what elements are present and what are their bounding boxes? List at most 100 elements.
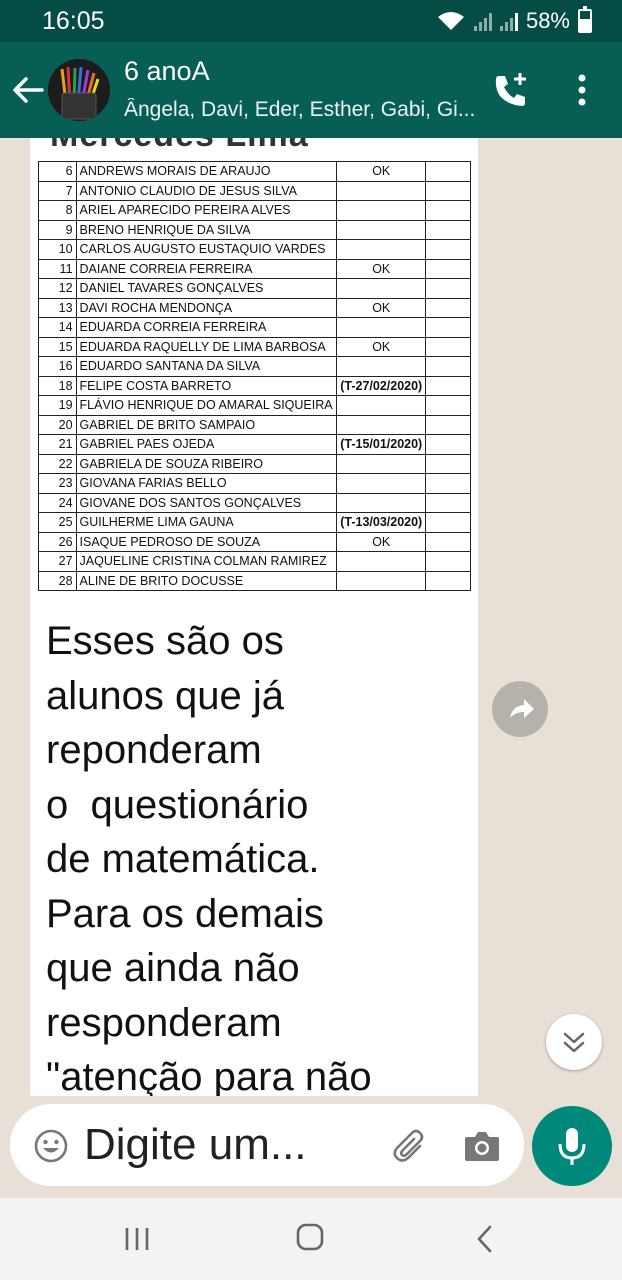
empty-cell — [425, 180, 471, 201]
empty-cell — [425, 200, 471, 221]
table-row: 7 ANTONIO CLAUDIO DE JESUS SILVA — [38, 180, 471, 201]
message-line: que ainda não — [46, 946, 300, 990]
table-row: 13 DAVI ROCHA MENDONÇA OK — [38, 297, 471, 318]
empty-cell — [425, 395, 471, 416]
row-number: 10 — [38, 239, 77, 260]
table-row: 21 GABRIEL PAES OJEDA (T-15/01/2020) — [38, 434, 471, 455]
row-number: 11 — [38, 258, 77, 279]
status-cell: OK — [336, 161, 427, 182]
nav-back-icon[interactable] — [470, 1224, 500, 1254]
battery-icon — [578, 6, 592, 33]
table-row: 19 FLÁVIO HENRIQUE DO AMARAL SIQUEIRA — [38, 395, 471, 416]
empty-cell — [425, 239, 471, 260]
table-row: 14 EDUARDA CORREIA FERREIRA — [38, 317, 471, 338]
row-number: 23 — [38, 473, 77, 494]
student-name: GIOVANE DOS SANTOS GONÇALVES — [75, 492, 338, 513]
row-number: 25 — [38, 512, 77, 533]
row-number: 18 — [38, 375, 77, 396]
emoji-icon[interactable] — [34, 1129, 68, 1163]
chat-participants[interactable]: Ângela, Davi, Eder, Esther, Gabi, Gi... — [124, 98, 479, 122]
row-number: 13 — [38, 297, 77, 318]
table-row: 27 JAQUELINE CRISTINA COLMAN RAMIREZ — [38, 551, 471, 572]
table-row: 8 ARIEL APARECIDO PEREIRA ALVES — [38, 200, 471, 221]
status-cell — [336, 570, 427, 591]
table-row: 15 EDUARDA RAQUELLY DE LIMA BARBOSA OK — [38, 336, 471, 357]
student-name: GABRIEL DE BRITO SAMPAIO — [75, 414, 338, 435]
student-name: EDUARDA RAQUELLY DE LIMA BARBOSA — [75, 336, 338, 357]
status-cell — [336, 453, 427, 474]
student-name: GABRIEL PAES OJEDA — [75, 434, 338, 455]
row-number: 14 — [38, 317, 77, 338]
row-number: 19 — [38, 395, 77, 416]
message-input[interactable] — [84, 1116, 354, 1174]
roster-image[interactable]: Mercedes Lima 6ANDREWS MORAIS DE ARAUJOO… — [30, 138, 478, 598]
mic-button[interactable] — [532, 1106, 612, 1186]
paperclip-icon[interactable] — [390, 1126, 430, 1166]
home-icon[interactable] — [295, 1222, 325, 1252]
student-name: DAIANE CORREIA FERREIRA — [75, 258, 338, 279]
student-name: FELIPE COSTA BARRETO — [75, 375, 338, 396]
status-cell — [336, 239, 427, 260]
status-cell — [336, 551, 427, 572]
student-name: EDUARDO SANTANA DA SILVA — [75, 356, 338, 377]
status-cell — [336, 200, 427, 221]
row-number: 24 — [38, 492, 77, 513]
more-vert-icon[interactable] — [570, 70, 594, 110]
message-text: Esses são os alunos que já reponderam o que… — [46, 614, 466, 1096]
status-cell — [336, 356, 427, 377]
table-row: 23 GIOVANA FARIAS BELLO — [38, 473, 471, 494]
message-line: responderam — [46, 1000, 282, 1045]
student-name: DANIEL TAVARES GONÇALVES — [75, 278, 338, 299]
empty-cell — [425, 356, 471, 377]
table-row: 10 CARLOS AUGUSTO EUSTAQUIO VARDES — [38, 239, 471, 260]
message-bubble[interactable]: Mercedes Lima 6ANDREWS MORAIS DE ARAUJOO… — [30, 138, 478, 1096]
table-row: 20 GABRIEL DE BRITO SAMPAIO — [38, 414, 471, 435]
row-number: 6 — [38, 161, 77, 182]
recent-apps-icon[interactable] — [122, 1226, 152, 1252]
row-number: 7 — [38, 180, 77, 201]
add-call-icon[interactable] — [490, 70, 530, 110]
empty-cell — [425, 570, 471, 591]
status-cell — [336, 219, 427, 240]
message-line: "atenção para não — [46, 1055, 372, 1096]
scroll-to-bottom-button[interactable] — [546, 1014, 602, 1070]
mic-icon — [558, 1128, 586, 1165]
student-name: DAVI ROCHA MENDONÇA — [75, 297, 338, 318]
chat-area[interactable]: Mercedes Lima 6ANDREWS MORAIS DE ARAUJOO… — [0, 138, 622, 1096]
empty-cell — [425, 317, 471, 338]
student-name: ANTONIO CLAUDIO DE JESUS SILVA — [75, 180, 338, 201]
table-row: 25 GUILHERME LIMA GAUNA (T-13/03/2020) — [38, 512, 471, 533]
message-line: o questionário — [46, 782, 309, 827]
status-cell: (T-13/03/2020) — [336, 512, 427, 533]
message-line: alunos que já — [46, 673, 284, 718]
student-name: CARLOS AUGUSTO EUSTAQUIO VARDES — [75, 239, 338, 260]
table-row: 18 FELIPE COSTA BARRETO (T-27/02/2020) — [38, 375, 471, 396]
status-indicators: 58% — [436, 6, 592, 34]
table-row: 16 EDUARDO SANTANA DA SILVA — [38, 356, 471, 377]
student-name: GABRIELA DE SOUZA RIBEIRO — [75, 453, 338, 474]
composer-pill — [10, 1104, 524, 1186]
row-number: 20 — [38, 414, 77, 435]
student-name: ISAQUE PEDROSO DE SOUZA — [75, 531, 338, 552]
table-row: 26 ISAQUE PEDROSO DE SOUZA OK — [38, 531, 471, 552]
group-avatar[interactable] — [48, 59, 110, 121]
wifi-icon — [437, 12, 464, 30]
row-number: 27 — [38, 551, 77, 572]
signal-icon — [473, 11, 492, 31]
status-cell — [336, 278, 427, 299]
empty-cell — [425, 512, 471, 533]
forward-button[interactable] — [492, 681, 548, 737]
student-roster-table: 6 ANDREWS MORAIS DE ARAUJO OK 7 ANTONIO CLAU… — [38, 161, 471, 591]
table-row: 6 ANDREWS MORAIS DE ARAUJO OK — [38, 161, 471, 182]
message-line: Para os demais — [46, 891, 324, 936]
empty-cell — [425, 297, 471, 318]
student-name: GIOVANA FARIAS BELLO — [75, 473, 338, 494]
table-row: 22 GABRIELA DE SOUZA RIBEIRO — [38, 453, 471, 474]
table-row: 12 DANIEL TAVARES GONÇALVES — [38, 278, 471, 299]
empty-cell — [425, 551, 471, 572]
camera-icon[interactable] — [462, 1128, 502, 1164]
message-line: reponderam — [46, 728, 262, 772]
back-arrow-icon[interactable] — [10, 70, 46, 110]
empty-cell — [425, 492, 471, 513]
chat-title[interactable]: 6 anoA — [124, 56, 210, 87]
